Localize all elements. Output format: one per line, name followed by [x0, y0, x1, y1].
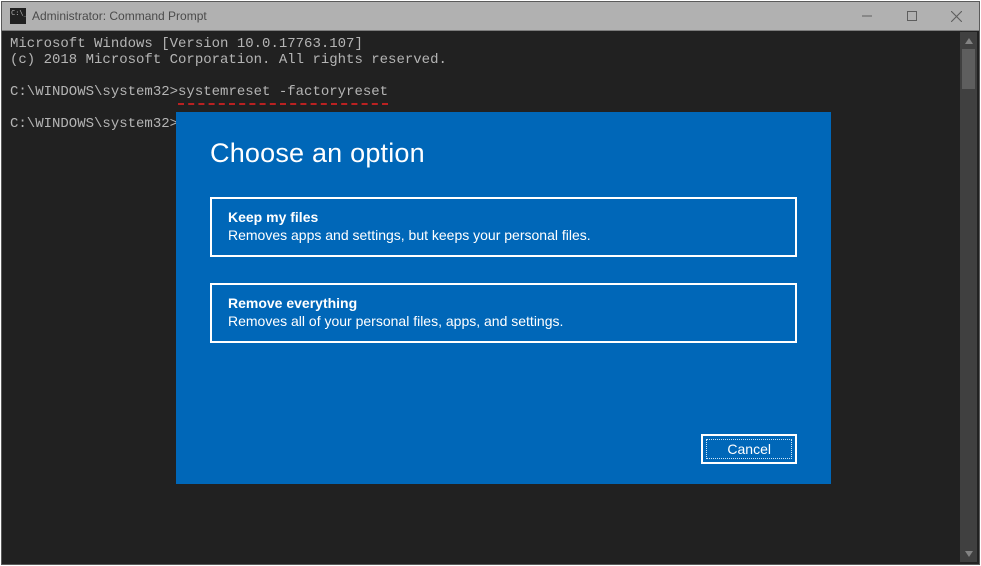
- option-title: Keep my files: [228, 209, 779, 225]
- cmd-icon: [10, 8, 26, 24]
- console-prompt: C:\WINDOWS\system32>: [10, 116, 178, 132]
- chevron-up-icon: [965, 37, 973, 45]
- option-description: Removes all of your personal files, apps…: [228, 313, 779, 329]
- console-command: systemreset -factoryreset: [178, 83, 388, 105]
- chevron-down-icon: [965, 550, 973, 558]
- dialog-title: Choose an option: [210, 138, 797, 169]
- maximize-button[interactable]: [889, 2, 934, 30]
- window-controls: [844, 2, 979, 30]
- option-keep-my-files[interactable]: Keep my files Removes apps and settings,…: [210, 197, 797, 257]
- window-title: Administrator: Command Prompt: [32, 9, 844, 23]
- option-description: Removes apps and settings, but keeps you…: [228, 227, 779, 243]
- cancel-button[interactable]: Cancel: [701, 434, 797, 464]
- scrollbar-down-button[interactable]: [960, 545, 977, 562]
- option-title: Remove everything: [228, 295, 779, 311]
- dialog-footer: Cancel: [701, 434, 797, 464]
- close-icon: [951, 11, 962, 22]
- close-button[interactable]: [934, 2, 979, 30]
- console-line: Microsoft Windows [Version 10.0.17763.10…: [10, 36, 363, 52]
- minimize-button[interactable]: [844, 2, 889, 30]
- scrollbar-thumb[interactable]: [962, 49, 975, 89]
- console-line: (c) 2018 Microsoft Corporation. All righ…: [10, 52, 447, 68]
- maximize-icon: [907, 11, 917, 21]
- scrollbar-up-button[interactable]: [960, 32, 977, 49]
- option-remove-everything[interactable]: Remove everything Removes all of your pe…: [210, 283, 797, 343]
- minimize-icon: [862, 11, 872, 21]
- command-prompt-window: Administrator: Command Prompt Microsoft …: [1, 1, 980, 565]
- window-titlebar[interactable]: Administrator: Command Prompt: [2, 2, 979, 31]
- vertical-scrollbar[interactable]: [960, 32, 977, 562]
- console-prompt: C:\WINDOWS\system32>: [10, 84, 178, 100]
- system-reset-dialog: Choose an option Keep my files Removes a…: [176, 112, 831, 484]
